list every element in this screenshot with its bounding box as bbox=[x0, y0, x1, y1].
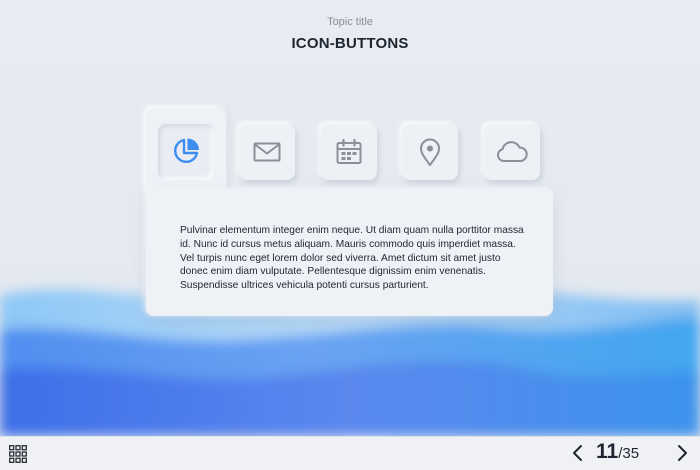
grid-menu-icon[interactable] bbox=[9, 445, 27, 463]
chevron-left-icon[interactable] bbox=[568, 443, 588, 463]
page-counter: 11/35 bbox=[596, 440, 666, 464]
bottom-navigation-bar bbox=[0, 436, 700, 470]
topic-label: Topic title bbox=[327, 16, 373, 28]
location-button[interactable] bbox=[402, 124, 458, 180]
chevron-right-icon[interactable] bbox=[672, 443, 692, 463]
page-title: ICON-BUTTONS bbox=[291, 35, 409, 52]
location-pin-icon bbox=[420, 138, 440, 166]
email-button[interactable] bbox=[239, 124, 295, 180]
calendar-icon bbox=[336, 138, 362, 164]
pie-chart-icon bbox=[174, 138, 199, 163]
current-page: 11 bbox=[596, 440, 619, 463]
panel-body-text: Pulvinar elementum integer enim neque. U… bbox=[180, 225, 524, 292]
cloud-icon bbox=[496, 141, 528, 162]
total-pages: 35 bbox=[622, 445, 640, 462]
pie-chart-button[interactable] bbox=[158, 124, 214, 180]
calendar-button[interactable] bbox=[321, 124, 377, 180]
envelope-icon bbox=[253, 142, 281, 162]
cloud-button[interactable] bbox=[484, 124, 540, 180]
